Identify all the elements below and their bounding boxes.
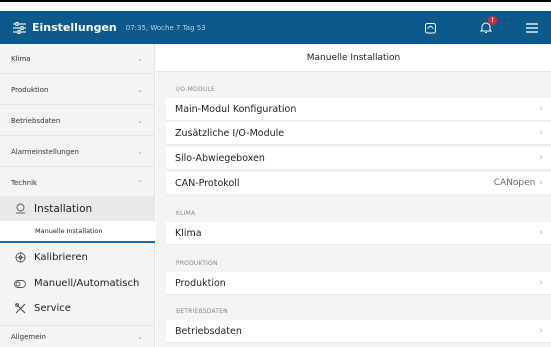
row-label: Klima xyxy=(175,227,202,239)
row-value: CANopen xyxy=(493,178,536,188)
sidebar-category-produktion[interactable]: Produktion ⌄ xyxy=(0,75,154,105)
sidebar-subitem-manuelle-installation[interactable]: Manuelle Installation xyxy=(0,221,155,243)
chevron-up-icon: ⌃ xyxy=(137,179,143,187)
section-label-io-module: I/O-MODULE xyxy=(176,86,215,93)
chevron-right-icon: › xyxy=(539,178,543,188)
chevron-right-icon: › xyxy=(539,326,543,336)
sidebar-item-kalibrieren[interactable]: Kalibrieren xyxy=(0,245,154,270)
row-silo-abwiegeboxen[interactable]: Silo-Abwiegeboxen › xyxy=(166,147,551,170)
app-header: Einstellungen 07:35, Woche 7 Tag 53 ! xyxy=(0,11,551,44)
chevron-down-icon: ⌄ xyxy=(137,147,143,156)
sidebar-category-label: Klima xyxy=(11,54,31,63)
row-produktion[interactable]: Produktion › xyxy=(166,272,551,295)
page-title: Einstellungen xyxy=(32,21,117,34)
section-label-klima: KLIMA xyxy=(176,210,196,217)
top-border xyxy=(0,0,551,2)
sidebar-category-label: Alarmeinstellungen xyxy=(11,147,79,156)
row-label: Zusätzliche I/O-Module xyxy=(175,127,285,139)
sidebar-category-klima[interactable]: Klima ⌄ xyxy=(0,44,154,74)
row-betriebsdaten[interactable]: Betriebsdaten › xyxy=(166,320,551,343)
menu-icon[interactable] xyxy=(525,21,539,35)
sidebar: Klima ⌄ Produktion ⌄ Betriebsdaten ⌄ Ala… xyxy=(0,44,155,347)
toggle-icon xyxy=(14,278,26,290)
sidebar-category-label: Technik xyxy=(11,179,38,187)
row-label: Silo-Abwiegeboxen xyxy=(175,152,265,164)
sidebar-category-label: Allgemein xyxy=(11,332,46,341)
chevron-right-icon: › xyxy=(539,278,543,288)
row-can-protokoll[interactable]: CAN-Protokoll CANopen › xyxy=(166,172,551,195)
chevron-right-icon: › xyxy=(539,153,543,163)
home-icon[interactable] xyxy=(423,21,437,35)
alarm-badge: ! xyxy=(488,15,497,25)
main-content: Manuelle Installation I/O-MODULE Main-Mo… xyxy=(156,44,551,347)
sidebar-item-installation[interactable]: Installation xyxy=(0,196,154,221)
sidebar-category-betriebsdaten[interactable]: Betriebsdaten ⌄ xyxy=(0,106,154,136)
content-title: Manuelle Installation xyxy=(156,44,551,72)
sidebar-item-service[interactable]: Service xyxy=(0,296,154,321)
row-label: Betriebsdaten xyxy=(175,325,242,337)
sidebar-category-label: Produktion xyxy=(11,85,49,94)
settings-sliders-icon xyxy=(12,21,26,35)
row-zusaetzliche-io-module[interactable]: Zusätzliche I/O-Module › xyxy=(166,122,551,145)
row-label: Produktion xyxy=(175,277,226,289)
section-label-betriebsdaten: BETRIEBSDATEN xyxy=(176,308,228,315)
sidebar-category-alarmeinstellungen[interactable]: Alarmeinstellungen ⌄ xyxy=(0,137,154,167)
header-time: 07:35, Woche 7 Tag 53 xyxy=(125,23,206,32)
chevron-right-icon: › xyxy=(539,104,543,114)
row-label: Main-Modul Konfiguration xyxy=(175,103,297,115)
chevron-down-icon: ⌄ xyxy=(137,116,143,125)
row-label: CAN-Protokoll xyxy=(175,177,240,189)
calibrate-icon xyxy=(14,252,26,264)
sidebar-item-label: Manuell/Automatisch xyxy=(34,278,140,289)
row-main-modul-konfiguration[interactable]: Main-Modul Konfiguration › xyxy=(166,98,551,121)
installation-icon xyxy=(14,203,26,215)
sidebar-item-label: Installation xyxy=(34,202,93,215)
sidebar-item-manuell-automatisch[interactable]: Manuell/Automatisch xyxy=(0,271,154,296)
sidebar-category-allgemein[interactable]: Allgemein ⌄ xyxy=(0,325,154,347)
chevron-right-icon: › xyxy=(539,128,543,138)
sidebar-category-label: Betriebsdaten xyxy=(11,116,61,125)
row-klima[interactable]: Klima › xyxy=(166,222,551,245)
sidebar-subitem-label: Manuelle Installation xyxy=(35,227,103,235)
tools-icon xyxy=(14,303,26,315)
alarm-bell-button[interactable]: ! xyxy=(479,15,497,35)
chevron-down-icon: ⌄ xyxy=(137,54,143,63)
chevron-down-icon: ⌄ xyxy=(137,85,143,94)
chevron-right-icon: › xyxy=(539,228,543,238)
sidebar-item-label: Kalibrieren xyxy=(34,252,88,263)
chevron-down-icon: ⌄ xyxy=(137,332,143,341)
sidebar-category-technik[interactable]: Technik ⌃ xyxy=(0,168,154,198)
section-label-produktion: PRODUKTION xyxy=(176,260,218,267)
sidebar-item-label: Service xyxy=(34,303,71,314)
